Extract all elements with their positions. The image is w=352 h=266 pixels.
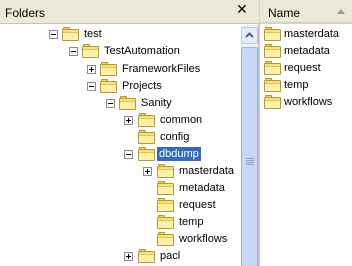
plus-expander-icon[interactable] (143, 167, 152, 176)
folder-icon (138, 113, 156, 127)
folder-icon (100, 62, 118, 76)
tree-item-label[interactable]: workflows (177, 232, 229, 246)
tree-item-label[interactable]: temp (177, 215, 205, 229)
name-column-header[interactable]: Name (260, 0, 352, 24)
tree-item-masterdata[interactable]: masterdata (0, 163, 240, 180)
folders-header: Folders ✕ (0, 0, 259, 24)
close-icon[interactable]: ✕ (235, 2, 249, 16)
folder-icon (264, 61, 282, 75)
vertical-scrollbar[interactable] (241, 25, 258, 266)
folder-icon (157, 215, 175, 229)
minus-expander-icon[interactable] (87, 82, 96, 91)
list-item-label[interactable]: masterdata (282, 27, 341, 41)
plus-expander-icon[interactable] (124, 252, 133, 261)
tree-item-label[interactable]: config (158, 130, 191, 144)
folder-icon (82, 44, 100, 58)
name-column-label: Name (268, 6, 301, 20)
tree-item-label[interactable]: masterdata (177, 164, 236, 178)
tree-item-temp[interactable]: temp (0, 214, 240, 231)
tree-item-workflows[interactable]: workflows (0, 231, 240, 248)
tree-item-label[interactable]: pacl (158, 249, 182, 263)
folders-pane: Folders ✕ test TestAutomation FrameworkF… (0, 0, 259, 266)
list-item-label[interactable]: workflows (282, 95, 334, 109)
folder-icon (100, 79, 118, 93)
tree-item-frameworkfiles[interactable]: FrameworkFiles (0, 61, 240, 78)
tree-item-test[interactable]: test (0, 26, 240, 43)
scroll-thumb[interactable] (241, 47, 258, 266)
tree-item-label[interactable]: TestAutomation (102, 44, 182, 58)
minus-expander-icon[interactable] (106, 99, 115, 108)
folder-icon (138, 249, 156, 263)
folder-icon (264, 95, 282, 109)
tree-item-metadata[interactable]: metadata (0, 180, 240, 197)
tree-item-dbdump[interactable]: dbdump (0, 146, 240, 163)
folders-title: Folders (5, 6, 46, 20)
tree-item-label[interactable]: test (82, 27, 104, 41)
list-item-label[interactable]: metadata (282, 44, 332, 58)
folder-icon (138, 147, 156, 161)
sort-ascending-icon (337, 9, 345, 14)
tree-item-common[interactable]: common (0, 112, 240, 129)
tree-item-label[interactable]: common (158, 113, 204, 127)
minus-expander-icon[interactable] (69, 47, 78, 56)
folder-icon (264, 44, 282, 58)
tree-item-label-selected[interactable]: dbdump (157, 147, 201, 161)
folder-icon (264, 78, 282, 92)
minus-expander-icon[interactable] (49, 30, 58, 39)
list-item-label[interactable]: temp (282, 78, 310, 92)
folder-icon (62, 27, 80, 41)
tree-item-sanity[interactable]: Sanity (0, 95, 240, 112)
folder-icon (264, 27, 282, 41)
folder-icon (157, 232, 175, 246)
scroll-up-arrow-icon (245, 32, 254, 38)
folder-icon (157, 164, 175, 178)
folder-icon (138, 130, 156, 144)
scroll-up-button[interactable] (241, 27, 258, 44)
list-item-label[interactable]: request (282, 61, 323, 75)
folder-icon (157, 198, 175, 212)
tree-item-label[interactable]: Sanity (139, 96, 174, 110)
plus-expander-icon[interactable] (87, 65, 96, 74)
tree-item-label[interactable]: FrameworkFiles (120, 62, 202, 76)
tree-item-pacl[interactable]: pacl (0, 248, 240, 265)
tree-item-projects[interactable]: Projects (0, 78, 240, 95)
plus-expander-icon[interactable] (124, 116, 133, 125)
tree-item-label[interactable]: Projects (120, 79, 164, 93)
folder-icon (157, 181, 175, 195)
folder-icon (119, 96, 137, 110)
tree-item-config[interactable]: config (0, 129, 240, 146)
contents-pane: Name masterdata metadata request temp wo… (260, 0, 352, 266)
tree-item-label[interactable]: request (177, 198, 218, 212)
tree-item-testautomation[interactable]: TestAutomation (0, 43, 240, 60)
tree-item-label[interactable]: metadata (177, 181, 227, 195)
minus-expander-icon[interactable] (124, 150, 133, 159)
tree-item-request[interactable]: request (0, 197, 240, 214)
